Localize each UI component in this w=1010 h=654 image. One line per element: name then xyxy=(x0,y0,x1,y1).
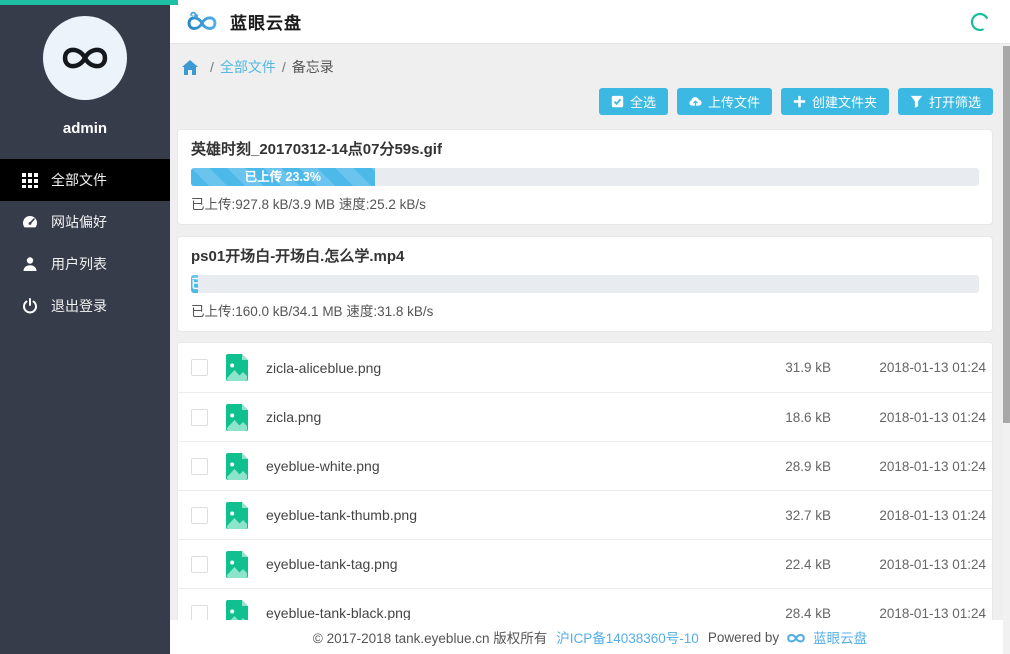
grid-icon xyxy=(22,172,38,188)
image-file-icon xyxy=(226,404,248,431)
sidebar-item-label: 网站偏好 xyxy=(51,212,107,232)
button-label: 全选 xyxy=(630,92,656,111)
sidebar-item-label: 全部文件 xyxy=(51,170,107,190)
breadcrumb-separator: / xyxy=(282,59,286,75)
file-size: 28.4 kB xyxy=(721,606,831,621)
scrollbar[interactable] xyxy=(1003,44,1010,654)
icp-link[interactable]: 沪ICP备14038360号-10 xyxy=(556,627,699,647)
upload-status-text: 已上传:927.8 kB/3.9 MB 速度:25.2 kB/s xyxy=(191,196,979,214)
file-date: 2018-01-13 01:24 xyxy=(831,606,992,621)
home-icon[interactable] xyxy=(182,60,198,75)
footer: © 2017-2018 tank.eyeblue.cn 版权所有 沪ICP备14… xyxy=(170,620,1010,654)
image-file-icon xyxy=(226,502,248,529)
sidebar-item-logout[interactable]: 退出登录 xyxy=(0,285,170,327)
upload-status-text: 已上传:160.0 kB/34.1 MB 速度:31.8 kB/s xyxy=(191,303,979,321)
sidebar-item-site-preference[interactable]: 网站偏好 xyxy=(0,201,170,243)
file-date: 2018-01-13 01:24 xyxy=(831,410,992,425)
user-icon xyxy=(22,256,38,272)
button-label: 创建文件夹 xyxy=(812,92,877,111)
upload-progress-fill: 已上传 xyxy=(191,275,198,293)
table-row[interactable]: eyeblue-white.png 28.9 kB 2018-01-13 01:… xyxy=(178,441,992,490)
page-loading-bar xyxy=(0,0,178,5)
button-label: 上传文件 xyxy=(708,92,760,111)
upload-file-button[interactable]: 上传文件 xyxy=(677,88,772,115)
scrollbar-thumb[interactable] xyxy=(1003,46,1010,423)
image-file-icon xyxy=(226,551,248,578)
table-row[interactable]: zicla.png 18.6 kB 2018-01-13 01:24 xyxy=(178,392,992,441)
main-content: / 全部文件 / 备忘录 全选 上传 xyxy=(170,44,1010,654)
file-name[interactable]: zicla-aliceblue.png xyxy=(266,360,721,376)
row-checkbox[interactable] xyxy=(191,556,208,573)
file-date: 2018-01-13 01:24 xyxy=(831,557,992,572)
sidebar: admin 全部文件 xyxy=(0,0,170,654)
file-date: 2018-01-13 01:24 xyxy=(831,360,992,375)
select-all-button[interactable]: 全选 xyxy=(599,88,668,115)
breadcrumb-link-all-files[interactable]: 全部文件 xyxy=(220,57,276,77)
upload-progress-fill: 已上传 23.3% xyxy=(191,168,375,186)
footer-logo-icon xyxy=(784,630,808,645)
image-file-icon xyxy=(226,354,248,381)
sidebar-item-label: 退出登录 xyxy=(51,296,107,316)
header: 蓝眼云盘 xyxy=(170,0,1010,44)
sidebar-item-label: 用户列表 xyxy=(51,254,107,274)
brand-link[interactable]: 蓝眼云盘 xyxy=(813,627,867,647)
table-row[interactable]: eyeblue-tank-tag.png 22.4 kB 2018-01-13 … xyxy=(178,539,992,588)
breadcrumb-separator: / xyxy=(210,59,214,75)
sidebar-menu: 全部文件 网站偏好 用 xyxy=(0,159,170,327)
toolbar: 全选 上传文件 创建文件夹 xyxy=(177,88,993,115)
sidebar-item-all-files[interactable]: 全部文件 xyxy=(0,159,170,201)
infinity-logo-icon xyxy=(56,41,114,75)
row-checkbox[interactable] xyxy=(191,458,208,475)
row-checkbox[interactable] xyxy=(191,507,208,524)
open-filter-button[interactable]: 打开筛选 xyxy=(898,88,993,115)
username: admin xyxy=(0,120,170,137)
file-name[interactable]: eyeblue-white.png xyxy=(266,458,721,474)
check-square-icon xyxy=(611,95,624,108)
file-size: 32.7 kB xyxy=(721,508,831,523)
file-name[interactable]: zicla.png xyxy=(266,409,721,425)
table-row[interactable]: eyeblue-tank-thumb.png 32.7 kB 2018-01-1… xyxy=(178,490,992,539)
gauge-icon xyxy=(22,214,38,230)
file-size: 31.9 kB xyxy=(721,360,831,375)
file-size: 22.4 kB xyxy=(721,557,831,572)
breadcrumb-current: 备忘录 xyxy=(292,57,334,77)
upload-progress-bar: 已上传 23.3% xyxy=(191,168,979,186)
upload-card: ps01开场白-开场白.怎么学.mp4 已上传 已上传:160.0 kB/34.… xyxy=(177,236,993,332)
app-window: admin 全部文件 xyxy=(0,0,1010,654)
sidebar-item-user-list[interactable]: 用户列表 xyxy=(0,243,170,285)
loading-spinner-icon xyxy=(970,12,990,32)
powered-by-text: Powered by xyxy=(708,630,779,645)
power-icon xyxy=(22,298,38,314)
file-date: 2018-01-13 01:24 xyxy=(831,459,992,474)
file-size: 18.6 kB xyxy=(721,410,831,425)
image-file-icon xyxy=(226,453,248,480)
row-checkbox[interactable] xyxy=(191,359,208,376)
upload-filename: ps01开场白-开场白.怎么学.mp4 xyxy=(191,247,979,267)
breadcrumb: / 全部文件 / 备忘录 xyxy=(182,56,993,78)
file-date: 2018-01-13 01:24 xyxy=(831,508,992,523)
page-title: 蓝眼云盘 xyxy=(230,9,302,34)
avatar[interactable] xyxy=(43,16,127,100)
file-list: zicla-aliceblue.png 31.9 kB 2018-01-13 0… xyxy=(177,342,993,638)
upload-filename: 英雄时刻_20170312-14点07分59s.gif xyxy=(191,140,979,160)
file-name[interactable]: eyeblue-tank-tag.png xyxy=(266,556,721,572)
button-label: 打开筛选 xyxy=(929,92,981,111)
filter-icon xyxy=(910,95,923,108)
upload-card: 英雄时刻_20170312-14点07分59s.gif 已上传 23.3% 已上… xyxy=(177,129,993,225)
plus-icon xyxy=(793,95,806,108)
app-logo-icon xyxy=(182,8,222,36)
create-folder-button[interactable]: 创建文件夹 xyxy=(781,88,889,115)
file-name[interactable]: eyeblue-tank-black.png xyxy=(266,605,721,621)
file-name[interactable]: eyeblue-tank-thumb.png xyxy=(266,507,721,523)
cloud-upload-icon xyxy=(689,95,702,108)
copyright-text: © 2017-2018 tank.eyeblue.cn 版权所有 xyxy=(313,627,547,647)
upload-progress-bar: 已上传 xyxy=(191,275,979,293)
row-checkbox[interactable] xyxy=(191,605,208,622)
table-row[interactable]: zicla-aliceblue.png 31.9 kB 2018-01-13 0… xyxy=(178,343,992,392)
file-size: 28.9 kB xyxy=(721,459,831,474)
row-checkbox[interactable] xyxy=(191,409,208,426)
